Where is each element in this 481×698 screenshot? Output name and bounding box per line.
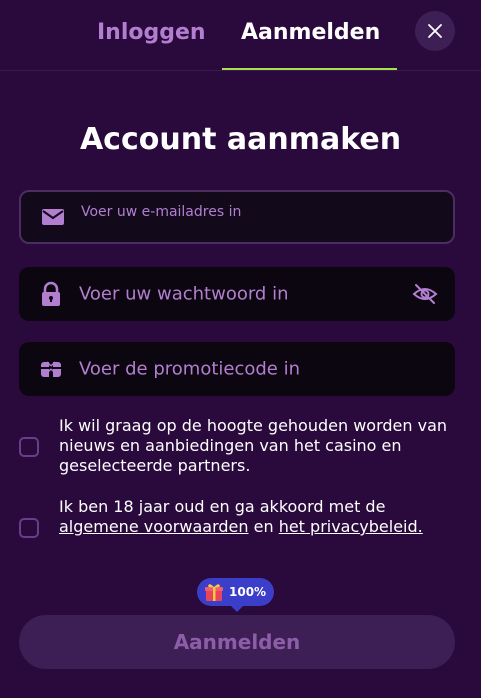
email-placeholder: Voer uw e-mailadres in: [81, 204, 242, 220]
gift-icon: [41, 361, 61, 377]
close-icon: [428, 24, 442, 38]
email-field[interactable]: Voer uw e-mailadres in: [19, 190, 455, 244]
newsletter-consent: Ik wil graag op de hoogte gehouden worde…: [19, 416, 459, 478]
lock-icon: [42, 281, 60, 306]
terms-label: Ik ben 18 jaar oud en ga akkoord met de …: [59, 497, 459, 537]
tab-register[interactable]: Aanmelden: [241, 20, 380, 45]
terms-checkbox[interactable]: [19, 518, 39, 538]
password-placeholder: Voer uw wachtwoord in: [79, 283, 289, 305]
terms-prefix: Ik ben 18 jaar oud en ga akkoord met de: [59, 497, 386, 516]
close-button[interactable]: [415, 11, 455, 51]
mail-icon: [42, 209, 64, 225]
register-button[interactable]: Aanmelden: [19, 615, 455, 669]
password-field[interactable]: Voer uw wachtwoord in: [19, 267, 455, 321]
gift-icon: [205, 584, 223, 601]
eye-off-icon[interactable]: [411, 280, 439, 308]
promo-code-field[interactable]: Voer de promotiecode in: [19, 342, 455, 396]
active-tab-indicator: [222, 68, 397, 70]
bonus-badge: 100%: [197, 578, 275, 612]
tab-login[interactable]: Inloggen: [97, 20, 206, 45]
terms-consent: Ik ben 18 jaar oud en ga akkoord met de …: [19, 497, 459, 559]
auth-tabs: Inloggen Aanmelden: [0, 0, 481, 71]
newsletter-checkbox[interactable]: [19, 437, 39, 457]
privacy-link[interactable]: het privacybeleid.: [279, 517, 423, 536]
terms-and: en: [253, 517, 274, 536]
promo-placeholder: Voer de promotiecode in: [79, 358, 301, 380]
newsletter-label: Ik wil graag op de hoogte gehouden worde…: [59, 416, 448, 475]
terms-link[interactable]: algemene voorwaarden: [59, 517, 249, 536]
page-title: Account aanmaken: [79, 122, 402, 157]
bonus-value: 100%: [229, 585, 267, 599]
